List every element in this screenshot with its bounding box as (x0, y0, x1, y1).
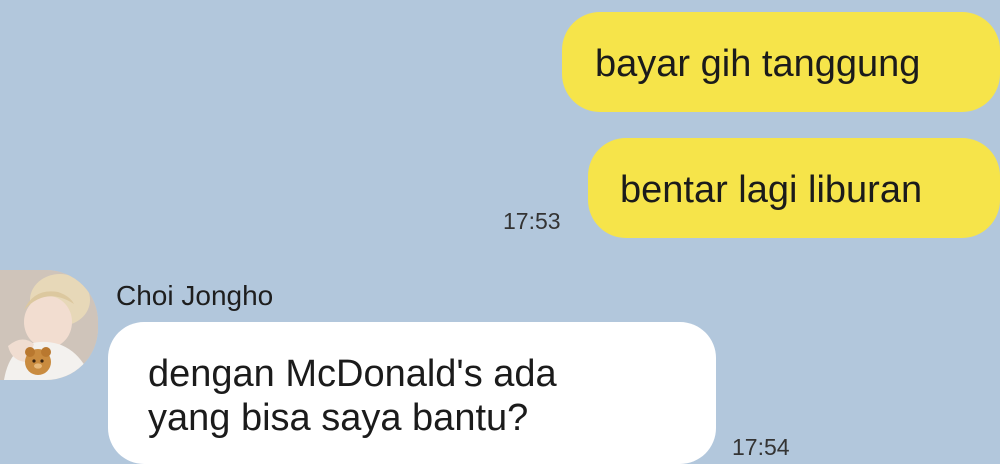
profile-photo-avatar-icon (0, 270, 98, 380)
outgoing-message[interactable]: bayar gih tanggung (562, 12, 1000, 112)
chat-thread: bayar gih tanggung bentar lagi liburan 1… (0, 0, 1000, 464)
outgoing-message[interactable]: bentar lagi liburan (588, 138, 1000, 238)
message-timestamp: 17:53 (503, 208, 561, 234)
contact-avatar[interactable] (0, 270, 98, 380)
message-text: bayar gih tanggung (595, 43, 921, 85)
message-text-line: dengan McDonald's ada (148, 353, 557, 395)
message-timestamp: 17:54 (732, 434, 790, 460)
sender-name: Choi Jongho (116, 280, 274, 311)
incoming-message[interactable]: dengan McDonald's ada yang bisa saya ban… (108, 322, 716, 464)
message-text: bentar lagi liburan (620, 169, 923, 211)
message-text-line: yang bisa saya bantu? (148, 397, 529, 439)
